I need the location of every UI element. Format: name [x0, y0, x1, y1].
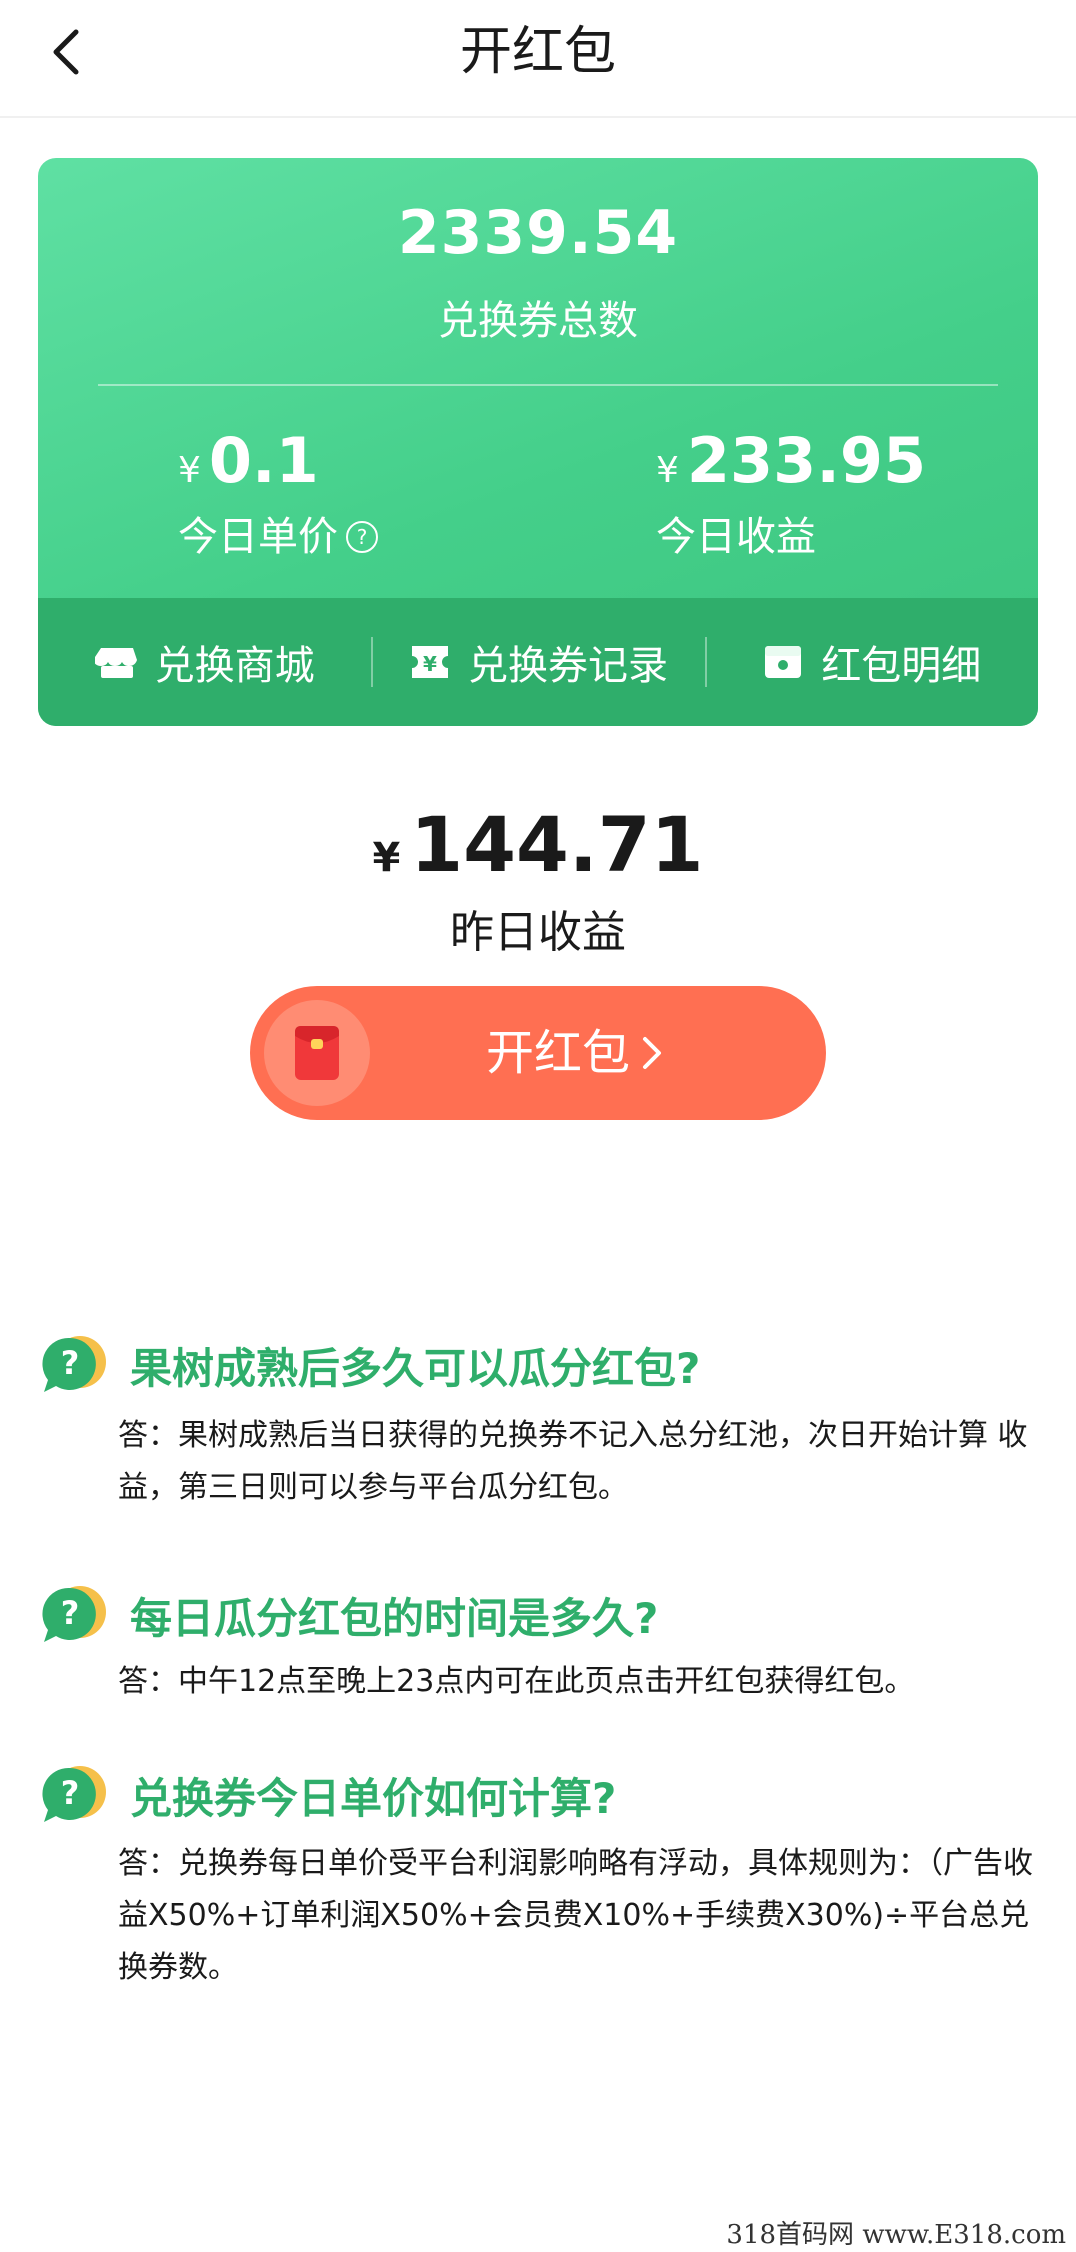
faq-answer-2: 答：中午12点至晚上23点内可在此页点击开红包获得红包。	[118, 1664, 915, 1699]
coupon-record-label: 兑换券记录	[467, 643, 668, 689]
unit-price-stat: ¥0.1 今日单价?	[178, 426, 378, 562]
unit-price-value: ¥0.1	[178, 426, 378, 506]
today-income-stat: ¥233.95 今日收益	[656, 426, 926, 562]
unit-price-number: 0.1	[208, 424, 319, 497]
faq-question-text: 每日瓜分红包的时间是多久?	[130, 1593, 659, 1643]
open-red-packet-label: 开红包	[485, 1025, 630, 1081]
svg-text:?: ?	[61, 1344, 80, 1382]
svg-text:¥: ¥	[423, 652, 437, 676]
coupon-record-button[interactable]: ¥ 兑换券记录	[371, 633, 704, 691]
today-income-number: 233.95	[686, 424, 927, 497]
currency-symbol: ¥	[656, 450, 679, 491]
coupon-icon: ¥	[411, 646, 448, 678]
open-red-packet-button[interactable]: 开红包	[250, 986, 826, 1120]
wallet-icon	[765, 646, 802, 678]
faq-question-3: ? 兑换券今日单价如何计算?	[40, 1764, 616, 1826]
summary-card: 2339.54 兑换券总数 ¥0.1 今日单价? ¥233.95 今日收益 兑换…	[38, 158, 1038, 726]
question-bubble-icon: ?	[42, 1586, 106, 1642]
shop-icon	[94, 648, 137, 678]
red-packet-detail-button[interactable]: 红包明细	[704, 633, 1038, 691]
card-action-bar: 兑换商城 ¥ 兑换券记录 红包明细	[38, 598, 1038, 726]
faq-question-text: 果树成熟后多久可以瓜分红包?	[130, 1343, 701, 1393]
faq-question-1: ? 果树成熟后多久可以瓜分红包?	[40, 1334, 700, 1396]
today-income-label: 今日收益	[656, 514, 816, 560]
faq-answer-3: 答：兑换券每日单价受平台利润影响略有浮动，具体规则为：（广告收益X50%+订单利…	[118, 1846, 1033, 1985]
chevron-right-icon	[643, 1037, 661, 1069]
page-title: 开红包	[459, 22, 616, 82]
svg-text:?: ?	[61, 1594, 80, 1632]
faq-answer-1: 答：果树成熟后当日获得的兑换券不记入总分红池，次日开始计算 收益，第三日则可以参…	[118, 1418, 1028, 1505]
exchange-mall-label: 兑换商城	[154, 643, 315, 689]
yesterday-income-number: 144.71	[410, 800, 704, 889]
svg-text:?: ?	[61, 1774, 80, 1812]
currency-symbol: ¥	[372, 835, 401, 881]
red-packet-detail-label: 红包明细	[821, 643, 982, 689]
nav-bar: 开红包	[0, 0, 1076, 118]
total-coupons-value: 2339.54	[397, 198, 679, 268]
total-coupons-label: 兑换券总数	[438, 298, 638, 344]
faq-question-2: ? 每日瓜分红包的时间是多久?	[40, 1584, 658, 1646]
currency-symbol: ¥	[178, 450, 201, 491]
watermark: 318首码网 www.E318.com	[726, 2220, 1066, 2250]
yesterday-income-value: ¥144.71	[0, 800, 1076, 889]
faq-question-text: 兑换券今日单价如何计算?	[130, 1773, 617, 1823]
today-income-value: ¥233.95	[656, 426, 926, 506]
yesterday-income-label: 昨日收益	[450, 907, 626, 958]
unit-price-label-row: 今日单价?	[178, 512, 378, 562]
question-bubble-icon: ?	[42, 1766, 106, 1822]
card-divider	[98, 384, 998, 386]
exchange-mall-button[interactable]: 兑换商城	[38, 633, 371, 691]
question-bubble-icon: ?	[42, 1336, 106, 1392]
unit-price-label: 今日单价	[178, 514, 338, 560]
help-icon[interactable]: ?	[346, 521, 378, 553]
